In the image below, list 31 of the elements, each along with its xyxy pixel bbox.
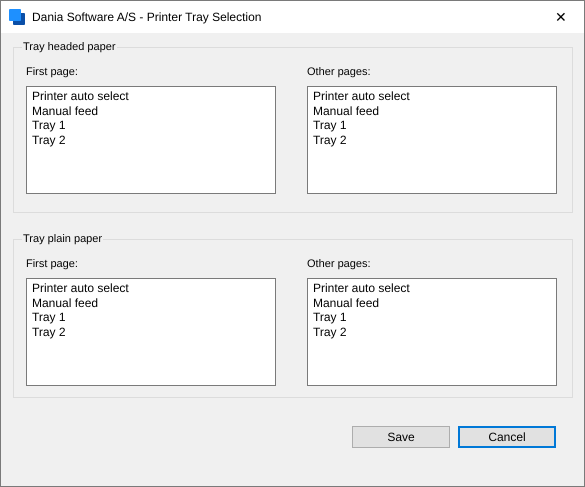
tray-list[interactable]: Printer auto select Manual feed Tray 1 Tray 2: [26, 86, 276, 194]
list-item[interactable]: Manual feed: [32, 104, 270, 118]
list-label: First page:: [26, 66, 79, 78]
list-item[interactable]: Printer auto select: [313, 89, 551, 104]
list-item[interactable]: Tray 1: [313, 310, 551, 324]
list-label: First page:: [26, 258, 79, 270]
list-item[interactable]: Tray 2: [32, 324, 270, 339]
list-item[interactable]: Tray 1: [32, 118, 270, 132]
list-item[interactable]: Manual feed: [313, 104, 551, 118]
window-title: Dania Software A/S - Printer Tray Selection: [32, 10, 262, 24]
list-item[interactable]: Tray 1: [313, 118, 551, 132]
close-button[interactable]: ✕: [538, 1, 584, 33]
list-item[interactable]: Printer auto select: [32, 281, 270, 296]
list-item[interactable]: Tray 2: [32, 132, 270, 147]
group-title: Tray headed paper: [22, 41, 117, 53]
list-label: Other pages:: [307, 258, 372, 270]
list-item[interactable]: Manual feed: [313, 296, 551, 310]
tray-list[interactable]: Printer auto select Manual feed Tray 1 Tray 2: [26, 278, 276, 386]
dialog-button[interactable]: Cancel: [458, 426, 556, 448]
list-item[interactable]: Printer auto select: [32, 89, 270, 104]
tray-list[interactable]: Printer auto select Manual feed Tray 1 Tray 2: [307, 86, 557, 194]
list-item[interactable]: Tray 2: [313, 324, 551, 339]
group-title: Tray plain paper: [22, 233, 104, 245]
list-item[interactable]: Manual feed: [32, 296, 270, 310]
dialog-button[interactable]: Save: [352, 426, 450, 448]
list-label: Other pages:: [307, 66, 372, 78]
tray-list[interactable]: Printer auto select Manual feed Tray 1 Tray 2: [307, 278, 557, 386]
list-item[interactable]: Tray 1: [32, 310, 270, 324]
app-logo-icon: [9, 9, 25, 25]
list-item[interactable]: Printer auto select: [313, 281, 551, 296]
list-item[interactable]: Tray 2: [313, 132, 551, 147]
